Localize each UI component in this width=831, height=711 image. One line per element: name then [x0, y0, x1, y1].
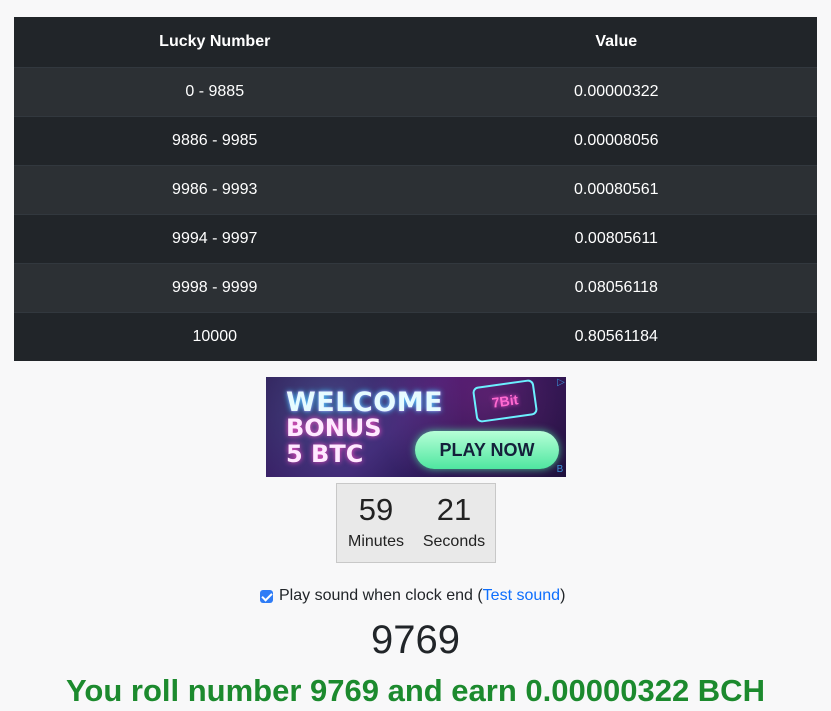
lucky-number-range: 9886 - 9985: [14, 115, 416, 165]
countdown-seconds: 21 Seconds: [415, 484, 493, 562]
lucky-number-range: 9998 - 9999: [14, 262, 416, 312]
reward-value: 0.08056118: [415, 262, 817, 312]
lucky-number-range: 0 - 9885: [14, 66, 416, 116]
reward-value: 0.00008056: [415, 115, 817, 165]
play-sound-label: Play sound when clock end (: [279, 587, 483, 604]
table-header-row: Lucky Number Value: [14, 17, 817, 67]
table-row: 0 - 9885 0.00000322: [14, 66, 817, 116]
table-row: 9998 - 9999 0.08056118: [14, 262, 817, 312]
reward-value: 0.00080561: [415, 164, 817, 214]
reward-value: 0.80561184: [415, 311, 817, 361]
play-sound-checkbox[interactable]: [260, 589, 273, 603]
countdown-minutes-value: 59: [358, 492, 394, 527]
roll-result-message: You roll number 9769 and earn 0.00000322…: [66, 673, 765, 708]
column-header-value: Value: [595, 32, 638, 50]
countdown-minutes-label: Minutes: [347, 533, 405, 550]
countdown-seconds-value: 21: [436, 492, 472, 527]
casino-ad-banner[interactable]: WELCOME BONUS 5 BTC 7Bit PLAY NOW: [266, 377, 566, 477]
column-header-lucky-number: Lucky Number: [159, 32, 271, 50]
lucky-number-range: 9986 - 9993: [14, 164, 416, 214]
countdown-timer: 59 Minutes 21 Seconds: [336, 483, 496, 563]
test-sound-link[interactable]: Test sound: [483, 586, 560, 606]
ad-choices-icon[interactable]: ▷: [555, 377, 567, 389]
ad-headline-bonus: BONUS: [286, 414, 382, 442]
table-row: 10000 0.80561184: [14, 311, 817, 361]
table-row: 9994 - 9997 0.00805611: [14, 213, 817, 263]
play-sound-label-suffix: ): [560, 587, 566, 604]
ad-headline-amount: 5 BTC: [286, 440, 364, 468]
ad-play-now-button[interactable]: PLAY NOW: [415, 431, 559, 469]
reward-table: Lucky Number Value 0 - 9885 0.00000322 9…: [14, 17, 817, 361]
lucky-number-range: 9994 - 9997: [14, 213, 416, 263]
ad-corner-mark: B: [556, 464, 564, 475]
table-row: 9986 - 9993 0.00080561: [14, 164, 817, 214]
sound-option-row: Play sound when clock end ( Test sound ): [260, 586, 565, 606]
reward-value: 0.00000322: [415, 66, 817, 116]
countdown-minutes: 59 Minutes: [337, 484, 415, 562]
countdown-seconds-label: Seconds: [422, 533, 486, 550]
table-row: 9886 - 9985 0.00008056: [14, 115, 817, 165]
reward-value: 0.00805611: [415, 213, 817, 263]
lucky-number-range: 10000: [14, 311, 416, 361]
rolled-number: 9769: [371, 618, 460, 662]
